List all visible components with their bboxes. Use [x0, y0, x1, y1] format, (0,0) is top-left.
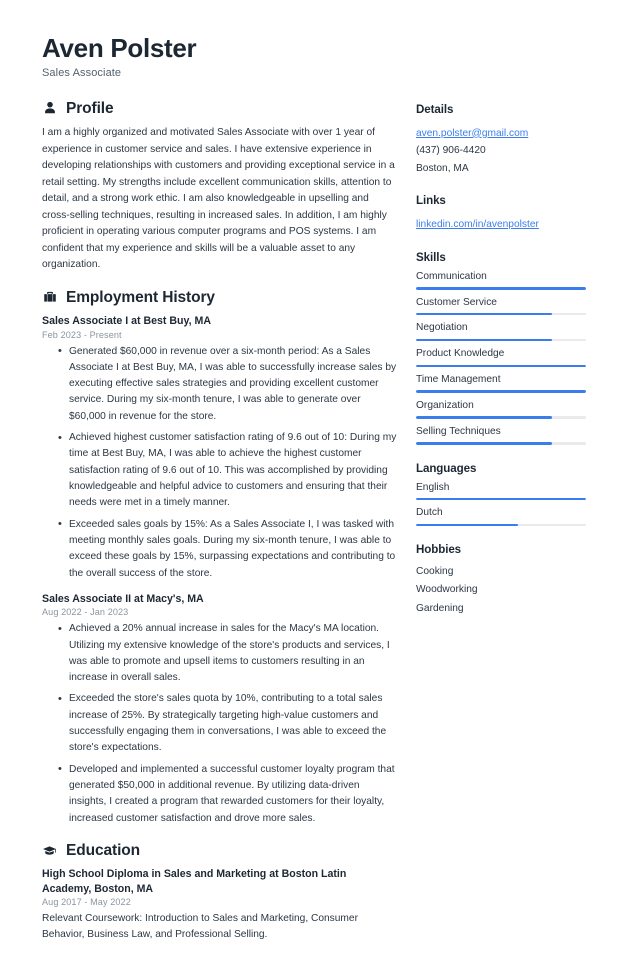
main-column: Profile I am a highly organized and moti… — [42, 101, 416, 960]
sidebar-block-hobbies: Hobbies Cooking Woodworking Gardening — [416, 543, 586, 617]
sidebar-hobbies-title: Hobbies — [416, 543, 462, 557]
section-profile: Profile I am a highly organized and moti… — [42, 101, 398, 274]
skill-row: Selling Techniques — [416, 426, 586, 445]
skill-meter — [416, 312, 586, 316]
skill-label: Customer Service — [416, 296, 497, 308]
page-title: Aven Polster — [42, 33, 197, 63]
language-meter — [416, 497, 586, 501]
hobby-item: Gardening — [416, 602, 464, 614]
skill-row: Communication — [416, 271, 586, 290]
skill-meter-fill — [416, 312, 552, 316]
language-row: English — [416, 482, 586, 501]
section-education-header: Education — [42, 843, 398, 859]
header-job-title: Sales Associate — [42, 66, 122, 79]
education-entry: High School Diploma in Sales and Marketi… — [42, 867, 398, 943]
email-link[interactable]: aven.polster@gmail.com — [416, 125, 528, 143]
phone-number: (437) 906-4420 — [416, 145, 486, 157]
language-row: Dutch — [416, 507, 586, 527]
skill-label: Communication — [416, 270, 487, 282]
skill-meter — [416, 338, 586, 342]
skill-meter — [416, 364, 586, 368]
sidebar-block-details: Details aven.polster@gmail.com (437) 906… — [416, 103, 586, 178]
skill-label: Selling Techniques — [416, 425, 501, 437]
sidebar-details-title: Details — [416, 102, 454, 116]
list-item: Exceeded the store's sales quota by 10%,… — [58, 691, 398, 756]
skill-row: Time Management — [416, 374, 586, 393]
skill-label: Time Management — [416, 374, 501, 386]
sidebar-block-languages: Languages English Dutch — [416, 462, 586, 527]
skill-meter-fill — [416, 287, 586, 290]
profile-text: I am a highly organized and motivated Sa… — [42, 127, 395, 271]
skill-meter-fill — [416, 364, 586, 368]
section-education: Education High School Diploma in Sales a… — [42, 843, 398, 944]
skill-label: Product Knowledge — [416, 348, 505, 360]
language-meter — [416, 523, 586, 527]
sidebar-links-title: Links — [416, 194, 446, 208]
sidebar-column: Details aven.polster@gmail.com (437) 906… — [416, 101, 586, 635]
skill-meter — [416, 390, 586, 393]
location-text: Boston, MA — [416, 162, 469, 174]
skill-row: Customer Service — [416, 297, 586, 316]
resume-body: Profile I am a highly organized and moti… — [42, 101, 604, 960]
employment-entry: Sales Associate I at Best Buy, MA Feb 20… — [42, 314, 398, 582]
resume-page: Aven Polster Sales Associate Profile I a… — [0, 0, 640, 940]
hobby-item: Cooking — [416, 566, 454, 578]
skill-meter-fill — [416, 390, 586, 393]
section-employment-title: Employment History — [66, 288, 215, 306]
section-profile-title: Profile — [66, 99, 114, 117]
skill-label: Negotiation — [416, 322, 468, 334]
graduation-cap-icon — [42, 843, 57, 858]
sidebar-languages-title: Languages — [416, 461, 477, 475]
list-item: Generated $60,000 in revenue over a six-… — [58, 343, 398, 426]
skill-meter-fill — [416, 441, 552, 445]
education-entry-description: Relevant Coursework: Introduction to Sal… — [42, 913, 358, 941]
list-item: Exceeded sales goals by 15%: As a Sales … — [58, 516, 398, 582]
resume-header: Aven Polster Sales Associate — [42, 34, 604, 79]
list-item: Achieved highest customer satisfaction r… — [58, 430, 398, 512]
section-profile-header: Profile — [42, 101, 398, 117]
employment-entry: Sales Associate II at Macy's, MA Aug 202… — [42, 592, 398, 827]
hobby-item: Woodworking — [416, 584, 478, 596]
linkedin-link[interactable]: linkedin.com/in/avenpolster — [416, 216, 539, 234]
language-meter-fill — [416, 497, 586, 501]
skill-meter — [416, 287, 586, 290]
skill-row: Negotiation — [416, 322, 586, 342]
education-entry-title: High School Diploma in Sales and Marketi… — [42, 868, 347, 895]
employment-entry-title: Sales Associate II at Macy's, MA — [42, 592, 204, 605]
skill-meter — [416, 416, 586, 419]
skill-meter — [416, 441, 586, 445]
employment-entry-bullets: Generated $60,000 in revenue over a six-… — [42, 343, 398, 582]
employment-entry-date: Feb 2023 - Present — [42, 329, 122, 340]
section-employment-header: Employment History — [42, 290, 398, 306]
user-icon — [42, 101, 57, 116]
education-entry-date: Aug 2017 - May 2022 — [42, 897, 131, 908]
skill-row: Organization — [416, 400, 586, 419]
section-employment: Employment History Sales Associate I at … — [42, 290, 398, 827]
language-label: English — [416, 481, 450, 493]
language-label: Dutch — [416, 507, 443, 519]
skill-label: Organization — [416, 399, 474, 411]
skill-meter-fill — [416, 416, 552, 419]
language-meter-fill — [416, 523, 518, 527]
list-item: Developed and implemented a successful c… — [58, 761, 398, 827]
briefcase-icon — [42, 290, 57, 305]
employment-entry-date: Aug 2022 - Jan 2023 — [42, 607, 129, 618]
sidebar-skills-title: Skills — [416, 250, 446, 264]
sidebar-block-skills: Skills Communication Customer Service Ne… — [416, 251, 586, 445]
employment-entry-bullets: Achieved a 20% annual increase in sales … — [42, 621, 398, 827]
list-item: Achieved a 20% annual increase in sales … — [58, 621, 398, 686]
skill-meter-fill — [416, 338, 552, 342]
sidebar-block-links: Links linkedin.com/in/avenpolster — [416, 194, 586, 234]
section-education-title: Education — [66, 841, 141, 859]
employment-entry-title: Sales Associate I at Best Buy, MA — [42, 315, 211, 328]
skill-row: Product Knowledge — [416, 348, 586, 368]
